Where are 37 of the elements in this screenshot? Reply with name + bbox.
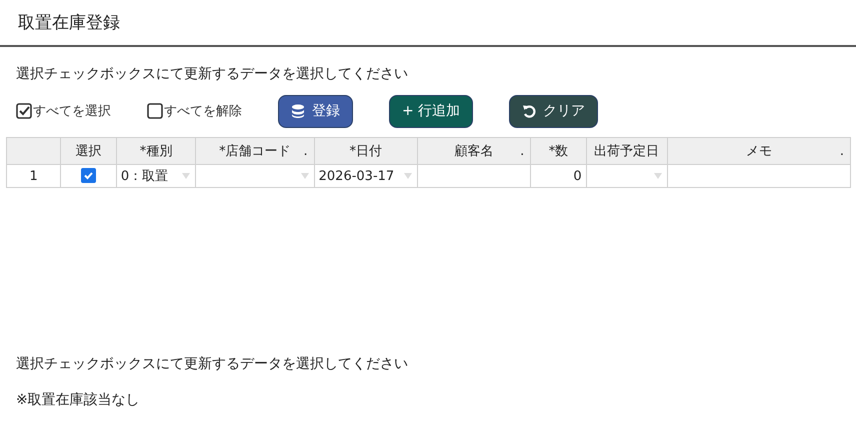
- page-title: 取置在庫登録: [18, 12, 120, 34]
- cell-value: 2026-03-17: [318, 168, 394, 184]
- undo-icon: [522, 104, 536, 118]
- instruction-text: 選択チェックボックスにて更新するデータを選択してください: [16, 355, 409, 373]
- dropdown-arrow-icon: [402, 172, 413, 180]
- header-label: 顧客名: [454, 144, 494, 159]
- input-cell[interactable]: [667, 164, 850, 188]
- database-icon: [291, 104, 305, 118]
- dropdown-cell[interactable]: 2026-03-17: [314, 164, 418, 188]
- header-label: *数: [548, 144, 568, 159]
- dropdown-cell[interactable]: [586, 164, 668, 188]
- action-button[interactable]: + 行追加: [389, 94, 474, 128]
- action-button[interactable]: クリア: [509, 94, 598, 128]
- header-label: *日付: [350, 144, 382, 159]
- select-toggle[interactable]: すべてを解除: [147, 102, 242, 120]
- action-button[interactable]: 登録: [278, 94, 353, 128]
- resize-mark: .: [303, 144, 308, 159]
- row-number: 1: [6, 164, 61, 188]
- header-label: メモ: [746, 144, 772, 159]
- input-cell[interactable]: 0: [530, 164, 586, 188]
- dropdown-arrow-icon: [181, 172, 192, 180]
- header-label: *種別: [140, 144, 172, 159]
- cell-value: 0：取置: [120, 168, 168, 185]
- notice-text: ※取置在庫該当なし: [16, 391, 141, 409]
- dropdown-cell[interactable]: [196, 164, 314, 188]
- row-checkbox[interactable]: [81, 168, 96, 184]
- dropdown-cell[interactable]: 0：取置: [116, 164, 196, 188]
- dropdown-arrow-icon: [300, 172, 310, 180]
- instruction-text: 選択チェックボックスにて更新するデータを選択してください: [16, 65, 409, 83]
- header-label: 出荷予定日: [594, 144, 660, 159]
- select-toggle[interactable]: すべてを選択: [16, 102, 111, 120]
- dropdown-arrow-icon: [652, 172, 663, 180]
- resize-mark: .: [840, 144, 844, 159]
- input-cell[interactable]: [417, 164, 531, 188]
- resize-mark: .: [520, 144, 524, 159]
- header-label: 選択: [76, 144, 102, 159]
- header-label: *店舗コード: [219, 144, 291, 159]
